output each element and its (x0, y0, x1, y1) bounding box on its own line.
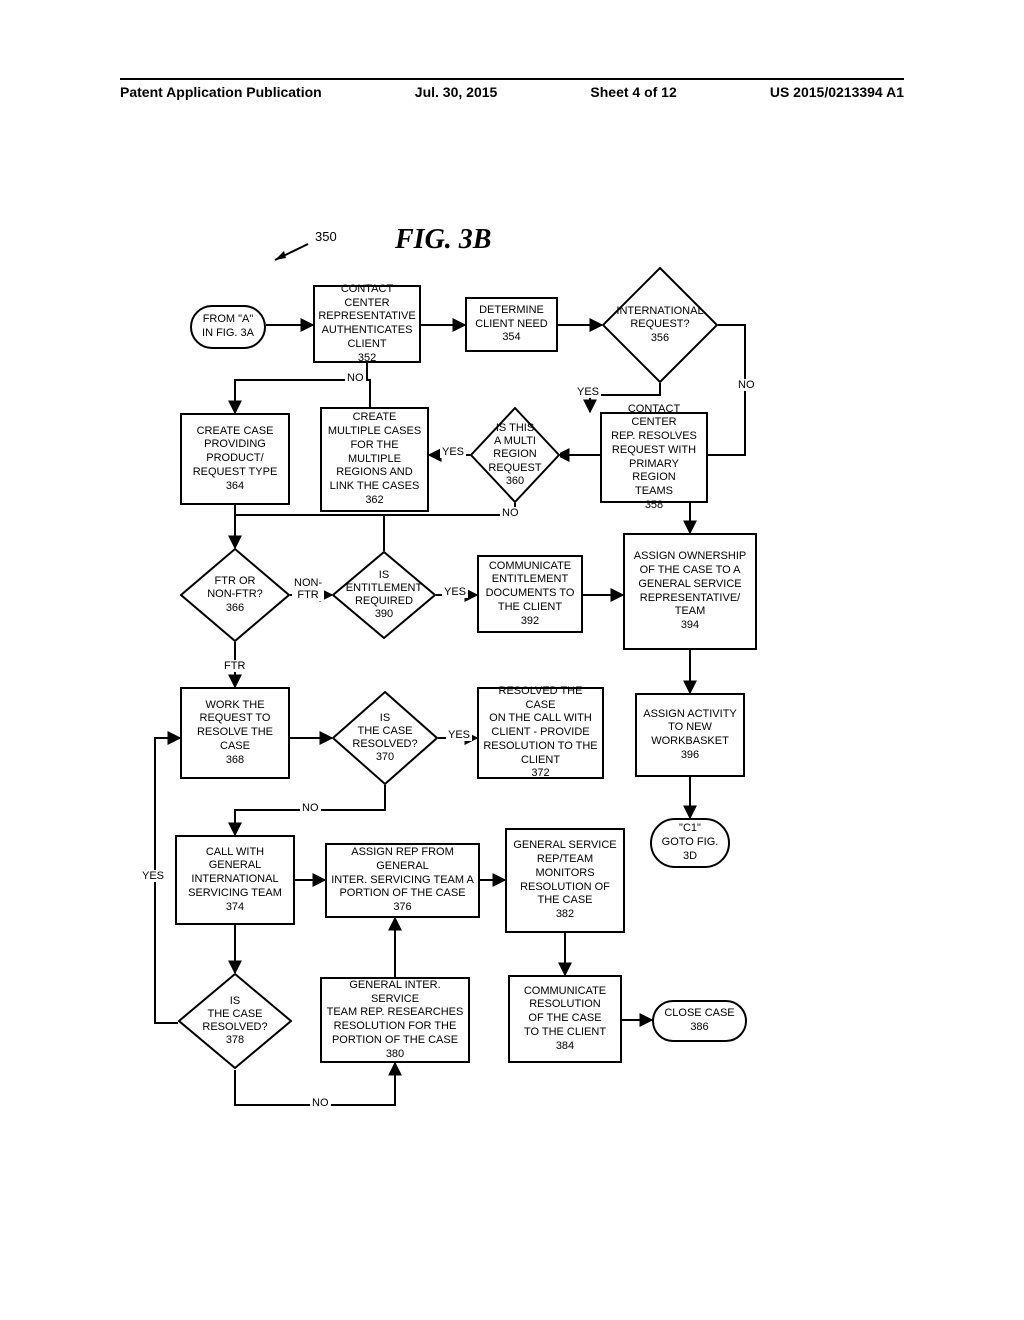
label-378-no: NO (310, 1097, 331, 1109)
label-360-yes: YES (440, 446, 466, 458)
process-384-communicate-resolution: COMMUNICATE RESOLUTION OF THE CASE TO TH… (508, 975, 622, 1063)
process-354-determine-need: DETERMINE CLIENT NEED 354 (465, 297, 558, 352)
figure-title: FIG. 3B (395, 224, 491, 256)
decision-370-case-resolved: IS THE CASE RESOLVED? 370 (332, 691, 438, 785)
process-372-resolved-on-call: RESOLVED THE CASE ON THE CALL WITH CLIEN… (477, 687, 604, 779)
decision-366-ftr: FTR OR NON-FTR? 366 (180, 548, 290, 642)
terminator-386-close-case: CLOSE CASE 386 (652, 1000, 747, 1042)
decision-360-multi-region: IS THIS A MULTI REGION REQUEST 360 (470, 407, 560, 503)
flowchart-diagram: FROM "A" IN FIG. 3A CONTACT CENTER REPRE… (140, 255, 780, 1155)
process-396-assign-activity: ASSIGN ACTIVITY TO NEW WORKBASKET 396 (635, 693, 745, 777)
pub-date: Jul. 30, 2015 (415, 84, 498, 100)
process-368-work-request: WORK THE REQUEST TO RESOLVE THE CASE 368 (180, 687, 290, 779)
process-364-create-case: CREATE CASE PROVIDING PRODUCT/ REQUEST T… (180, 413, 290, 505)
decision-378-resolved: IS THE CASE RESOLVED? 378 (178, 973, 292, 1069)
label-356-yes: YES (575, 386, 601, 398)
pub-type: Patent Application Publication (120, 84, 322, 100)
decision-356-international: INTERNATIONAL REQUEST? 356 (602, 267, 718, 383)
label-390-yes: YES (442, 586, 468, 598)
label-356-no: NO (736, 379, 757, 391)
process-374-call-team: CALL WITH GENERAL INTERNATIONAL SERVICIN… (175, 835, 295, 925)
terminator-c1: "C1" GOTO FIG. 3D (650, 818, 730, 868)
label-360-no: NO (500, 507, 521, 519)
process-376-assign-rep: ASSIGN REP FROM GENERAL INTER. SERVICING… (325, 843, 480, 918)
process-358-resolves-request: CONTACT CENTER REP. RESOLVES REQUEST WIT… (600, 412, 708, 503)
page-header: Patent Application Publication Jul. 30, … (120, 78, 904, 100)
process-380-researches: GENERAL INTER. SERVICE TEAM REP. RESEARC… (320, 977, 470, 1063)
figure-ref-350: 350 (315, 229, 337, 244)
label-370-no: NO (300, 802, 321, 814)
label-370-yes: YES (446, 729, 472, 741)
process-394-assign-ownership: ASSIGN OWNERSHIP OF THE CASE TO A GENERA… (623, 533, 757, 650)
process-352-authenticate: CONTACT CENTER REPRESENTATIVE AUTHENTICA… (313, 285, 421, 363)
sheet-no: Sheet 4 of 12 (590, 84, 676, 100)
label-366-ftr: FTR (222, 660, 247, 672)
process-382-monitors: GENERAL SERVICE REP/TEAM MONITORS RESOLU… (505, 828, 625, 933)
terminator-from-a: FROM "A" IN FIG. 3A (190, 305, 266, 349)
pub-number: US 2015/0213394 A1 (770, 84, 904, 100)
label-378-yes: YES (140, 870, 166, 882)
process-392-communicate-docs: COMMUNICATE ENTITLEMENT DOCUMENTS TO THE… (477, 555, 583, 633)
label-352-no: NO (345, 372, 366, 384)
decision-390-entitlement: IS ENTITLEMENT REQUIRED 390 (332, 551, 436, 639)
process-362-multiple-cases: CREATE MULTIPLE CASES FOR THE MULTIPLE R… (320, 407, 429, 512)
label-366-nonftr: NON- FTR (292, 577, 324, 601)
